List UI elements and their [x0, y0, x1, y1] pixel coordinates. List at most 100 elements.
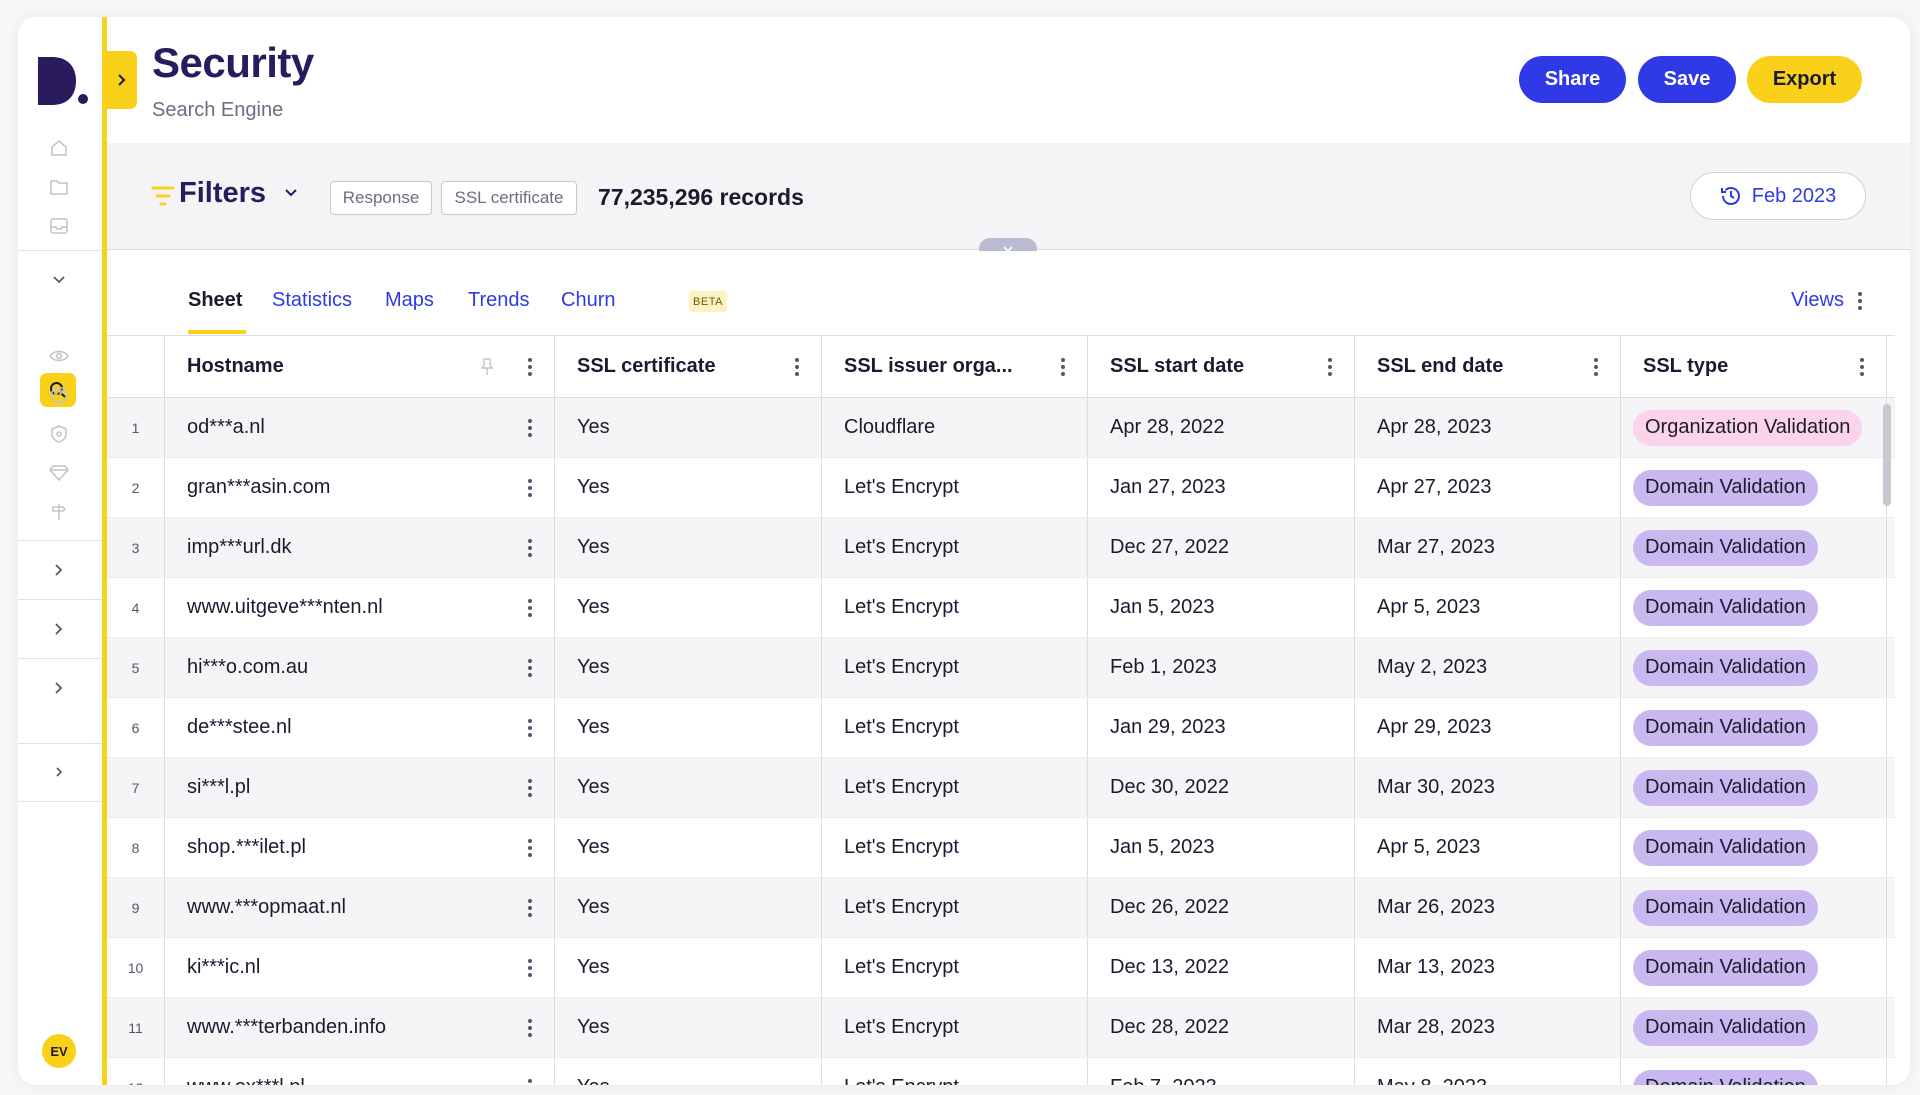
table-row[interactable]: 11 www.***terbanden.info Yes Let's Encry…: [107, 998, 1895, 1058]
chevron-right-icon[interactable]: [46, 616, 72, 642]
ssl-type-cell[interactable]: Domain Validation: [1621, 518, 1887, 577]
ssl-end-date-cell[interactable]: Mar 27, 2023: [1355, 518, 1621, 577]
table-row[interactable]: 6 de***stee.nl Yes Let's Encrypt Jan 29,…: [107, 698, 1895, 758]
table-row[interactable]: 10 ki***ic.nl Yes Let's Encrypt Dec 13, …: [107, 938, 1895, 998]
ssl-certificate-cell[interactable]: Yes: [555, 458, 822, 517]
column-menu-icon[interactable]: [795, 357, 799, 376]
hostname-cell[interactable]: shop.***ilet.pl: [165, 818, 555, 877]
hostname-cell[interactable]: de***stee.nl: [165, 698, 555, 757]
column-header-ssl-type[interactable]: SSL type: [1621, 336, 1887, 397]
ssl-end-date-cell[interactable]: Apr 29, 2023: [1355, 698, 1621, 757]
ssl-start-date-cell[interactable]: Jan 5, 2023: [1088, 818, 1355, 877]
chevron-right-icon[interactable]: [46, 675, 72, 701]
inbox-icon[interactable]: [46, 213, 72, 239]
column-menu-icon[interactable]: [528, 357, 532, 376]
ssl-type-cell[interactable]: Domain Validation: [1621, 998, 1887, 1057]
table-scrollbar[interactable]: [1883, 404, 1891, 506]
row-menu-icon[interactable]: [528, 958, 532, 977]
chevron-down-icon[interactable]: [46, 267, 72, 293]
ssl-type-cell[interactable]: Organization Validation: [1621, 398, 1887, 457]
ssl-certificate-cell[interactable]: Yes: [555, 398, 822, 457]
ssl-type-cell[interactable]: Domain Validation: [1621, 1058, 1887, 1085]
ssl-start-date-cell[interactable]: Jan 27, 2023: [1088, 458, 1355, 517]
ssl-start-date-cell[interactable]: Dec 26, 2022: [1088, 878, 1355, 937]
eye-icon[interactable]: [46, 343, 72, 369]
ssl-issuer-cell[interactable]: Let's Encrypt: [822, 878, 1088, 937]
ssl-end-date-cell[interactable]: May 8, 2023: [1355, 1058, 1621, 1085]
tab-sheet[interactable]: Sheet: [188, 289, 242, 312]
table-row[interactable]: 3 imp***url.dk Yes Let's Encrypt Dec 27,…: [107, 518, 1895, 578]
table-row[interactable]: 12 www.ex***l.nl Yes Let's Encrypt Feb 7…: [107, 1058, 1895, 1085]
tab-churn[interactable]: Churn: [561, 289, 615, 312]
filters-toggle[interactable]: Filters: [179, 177, 266, 210]
row-menu-icon[interactable]: [528, 538, 532, 557]
hostname-cell[interactable]: www.***terbanden.info: [165, 998, 555, 1057]
ssl-certificate-cell[interactable]: Yes: [555, 698, 822, 757]
date-picker-button[interactable]: Feb 2023: [1690, 172, 1866, 220]
ssl-start-date-cell[interactable]: Jan 29, 2023: [1088, 698, 1355, 757]
ssl-type-cell[interactable]: Domain Validation: [1621, 458, 1887, 517]
hostname-cell[interactable]: www.uitgeve***nten.nl: [165, 578, 555, 637]
hostname-cell[interactable]: imp***url.dk: [165, 518, 555, 577]
ssl-issuer-cell[interactable]: Let's Encrypt: [822, 1058, 1088, 1085]
shield-icon[interactable]: [46, 421, 72, 447]
ssl-end-date-cell[interactable]: Apr 5, 2023: [1355, 578, 1621, 637]
ssl-issuer-cell[interactable]: Let's Encrypt: [822, 638, 1088, 697]
hostname-cell[interactable]: www.ex***l.nl: [165, 1058, 555, 1085]
ssl-end-date-cell[interactable]: May 2, 2023: [1355, 638, 1621, 697]
diamond-icon[interactable]: [46, 460, 72, 486]
chevron-right-icon[interactable]: [46, 557, 72, 583]
ssl-certificate-cell[interactable]: Yes: [555, 998, 822, 1057]
row-menu-icon[interactable]: [528, 1078, 532, 1086]
column-menu-icon[interactable]: [1594, 357, 1598, 376]
tab-trends[interactable]: Trends: [468, 289, 530, 312]
ssl-certificate-cell[interactable]: Yes: [555, 638, 822, 697]
home-icon[interactable]: [46, 135, 72, 161]
row-menu-icon[interactable]: [528, 778, 532, 797]
ssl-type-cell[interactable]: Domain Validation: [1621, 938, 1887, 997]
row-menu-icon[interactable]: [528, 658, 532, 677]
sidebar-toggle-button[interactable]: [107, 51, 137, 109]
row-menu-icon[interactable]: [528, 838, 532, 857]
ssl-start-date-cell[interactable]: Feb 7, 2023: [1088, 1058, 1355, 1085]
table-row[interactable]: 9 www.***opmaat.nl Yes Let's Encrypt Dec…: [107, 878, 1895, 938]
ssl-issuer-cell[interactable]: Let's Encrypt: [822, 818, 1088, 877]
ssl-certificate-cell[interactable]: Yes: [555, 878, 822, 937]
ssl-start-date-cell[interactable]: Dec 27, 2022: [1088, 518, 1355, 577]
column-header-ssl-issuer[interactable]: SSL issuer orga...: [822, 336, 1088, 397]
share-button[interactable]: Share: [1519, 56, 1626, 103]
chevron-right-icon[interactable]: [46, 759, 72, 785]
ssl-issuer-cell[interactable]: Let's Encrypt: [822, 458, 1088, 517]
ssl-type-cell[interactable]: Domain Validation: [1621, 638, 1887, 697]
app-logo[interactable]: [38, 57, 88, 105]
tab-maps[interactable]: Maps: [385, 289, 434, 312]
table-row[interactable]: 1 od***a.nl Yes Cloudflare Apr 28, 2022 …: [107, 398, 1895, 458]
ssl-type-cell[interactable]: Domain Validation: [1621, 698, 1887, 757]
ssl-end-date-cell[interactable]: Mar 13, 2023: [1355, 938, 1621, 997]
chevron-down-icon[interactable]: [285, 189, 297, 197]
ssl-issuer-cell[interactable]: Let's Encrypt: [822, 578, 1088, 637]
ssl-type-cell[interactable]: Domain Validation: [1621, 578, 1887, 637]
ssl-end-date-cell[interactable]: Apr 5, 2023: [1355, 818, 1621, 877]
ssl-type-cell[interactable]: Domain Validation: [1621, 758, 1887, 817]
ssl-type-cell[interactable]: Domain Validation: [1621, 878, 1887, 937]
table-row[interactable]: 2 gran***asin.com Yes Let's Encrypt Jan …: [107, 458, 1895, 518]
row-menu-icon[interactable]: [528, 478, 532, 497]
hostname-cell[interactable]: od***a.nl: [165, 398, 555, 457]
ssl-issuer-cell[interactable]: Let's Encrypt: [822, 758, 1088, 817]
hostname-cell[interactable]: hi***o.com.au: [165, 638, 555, 697]
column-menu-icon[interactable]: [1328, 357, 1332, 376]
ssl-type-cell[interactable]: Domain Validation: [1621, 818, 1887, 877]
ssl-certificate-cell[interactable]: Yes: [555, 518, 822, 577]
ssl-start-date-cell[interactable]: Dec 28, 2022: [1088, 998, 1355, 1057]
column-header-ssl-certificate[interactable]: SSL certificate: [555, 336, 822, 397]
palette-icon[interactable]: [46, 382, 72, 408]
pin-icon[interactable]: [480, 357, 494, 376]
ssl-start-date-cell[interactable]: Dec 13, 2022: [1088, 938, 1355, 997]
ssl-end-date-cell[interactable]: Mar 28, 2023: [1355, 998, 1621, 1057]
table-row[interactable]: 8 shop.***ilet.pl Yes Let's Encrypt Jan …: [107, 818, 1895, 878]
signpost-icon[interactable]: [46, 499, 72, 525]
row-menu-icon[interactable]: [528, 598, 532, 617]
column-header-ssl-start-date[interactable]: SSL start date: [1088, 336, 1355, 397]
row-menu-icon[interactable]: [528, 418, 532, 437]
